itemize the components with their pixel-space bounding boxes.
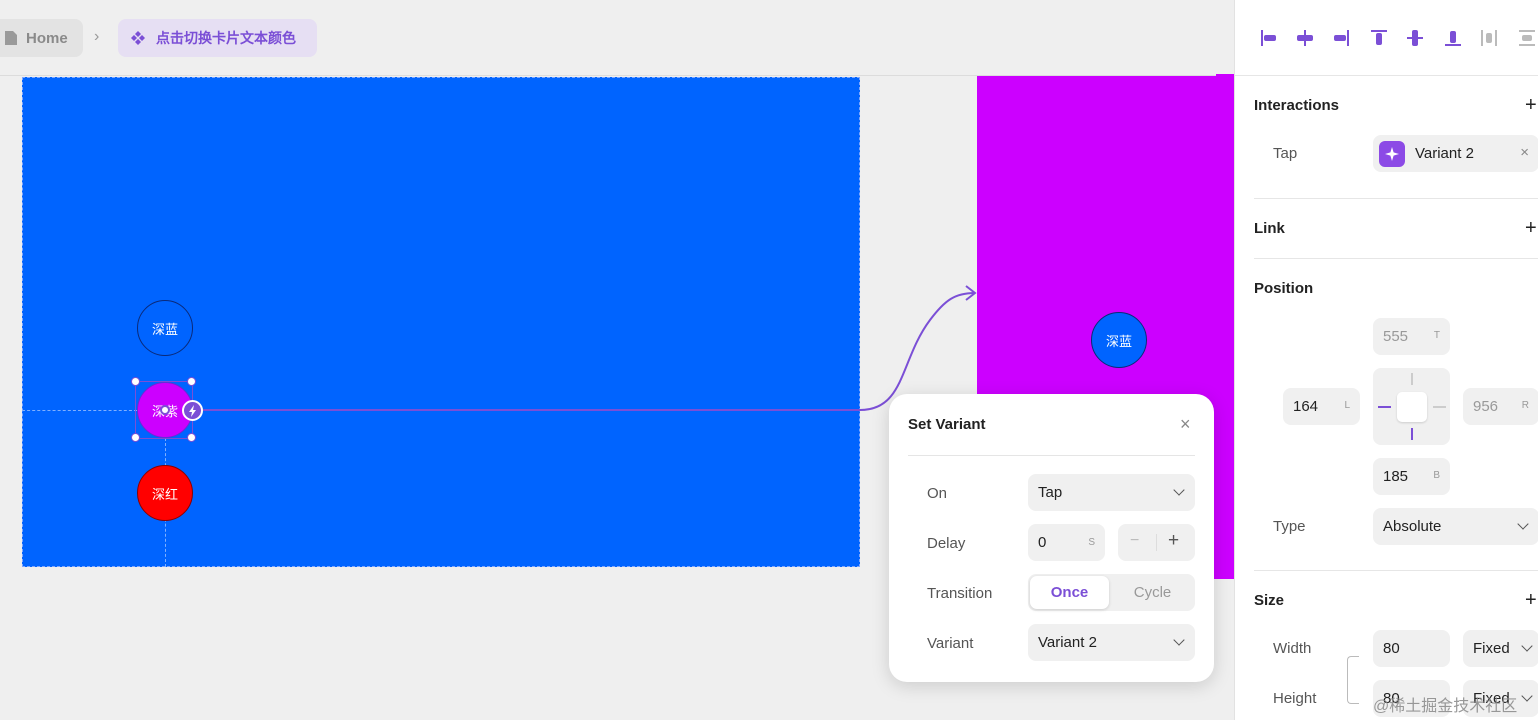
divider — [908, 455, 1195, 456]
chevron-down-icon — [1173, 634, 1185, 646]
position-top-suffix: T — [1433, 330, 1440, 341]
popup-title: Set Variant — [908, 416, 986, 433]
align-left-icon[interactable] — [1257, 26, 1281, 50]
transition-segmented-control: Once Cycle — [1028, 574, 1195, 611]
variant-value: Variant 2 — [1038, 634, 1097, 651]
interaction-trigger-label: Tap — [1273, 145, 1298, 162]
variant-label: Variant — [927, 635, 974, 652]
properties-panel: Interactions + Tap Variant 2 × Link + Po… — [1234, 0, 1538, 720]
position-top-value: 555 — [1383, 328, 1409, 345]
plus-icon[interactable]: + — [1168, 530, 1179, 552]
delay-unit: S — [1088, 537, 1095, 548]
interaction-target: Variant 2 — [1415, 145, 1474, 162]
minus-icon[interactable]: − — [1130, 532, 1139, 550]
width-value: 80 — [1383, 640, 1400, 657]
interactions-title: Interactions — [1254, 97, 1340, 114]
set-variant-popup: Set Variant × On Tap Delay 0 S − + Trans… — [889, 394, 1214, 682]
align-bottom-icon[interactable] — [1441, 26, 1465, 50]
position-left-value: 164 — [1293, 398, 1319, 415]
position-left-input[interactable]: 164 L — [1283, 388, 1360, 425]
interaction-chip[interactable]: Variant 2 × — [1373, 135, 1538, 172]
transition-once-option[interactable]: Once — [1030, 576, 1109, 609]
design-canvas[interactable]: Home › 点击切换卡片文本颜色 深蓝 深紫 深红 深蓝 Set Varian… — [0, 0, 1234, 720]
divider — [1254, 570, 1538, 571]
pin-left[interactable] — [1378, 406, 1391, 408]
height-label: Height — [1273, 690, 1317, 707]
position-right-suffix: R — [1521, 400, 1529, 411]
position-title: Position — [1254, 280, 1314, 297]
distribute-vertical-icon[interactable] — [1515, 26, 1538, 50]
width-input[interactable]: 80 — [1373, 630, 1450, 667]
chevron-down-icon — [1521, 640, 1533, 652]
width-label: Width — [1273, 640, 1312, 657]
pin-bottom[interactable] — [1411, 428, 1413, 440]
divider — [1254, 198, 1538, 199]
size-title: Size — [1254, 592, 1285, 609]
position-type-value: Absolute — [1383, 518, 1442, 535]
chevron-down-icon — [1173, 484, 1185, 496]
transition-cycle-option[interactable]: Cycle — [1112, 576, 1193, 609]
remove-interaction-icon[interactable]: × — [1520, 144, 1529, 161]
link-title: Link — [1254, 220, 1285, 237]
lightning-icon[interactable] — [182, 400, 203, 421]
alignment-toolbar — [1235, 0, 1538, 76]
delay-label: Delay — [927, 535, 966, 552]
add-link-icon[interactable]: + — [1525, 218, 1537, 238]
close-icon[interactable]: × — [1180, 414, 1191, 435]
position-left-suffix: L — [1344, 400, 1350, 411]
variant-select[interactable]: Variant 2 — [1028, 624, 1195, 661]
delay-value: 0 — [1038, 534, 1047, 551]
on-select[interactable]: Tap — [1028, 474, 1195, 511]
divider — [1254, 258, 1538, 259]
position-right-value: 956 — [1473, 398, 1499, 415]
width-mode-value: Fixed — [1473, 640, 1510, 657]
pin-right[interactable] — [1433, 406, 1446, 408]
pin-center — [1397, 392, 1427, 422]
lock-aspect-icon[interactable] — [1347, 656, 1359, 704]
on-value: Tap — [1038, 484, 1063, 501]
add-size-icon[interactable]: + — [1525, 590, 1537, 610]
on-label: On — [927, 485, 948, 502]
position-type-label: Type — [1273, 518, 1306, 535]
constraint-pin-widget[interactable] — [1373, 368, 1450, 445]
add-interaction-icon[interactable]: + — [1525, 95, 1537, 115]
sparkle-icon — [1379, 140, 1405, 167]
align-right-icon[interactable] — [1329, 26, 1353, 50]
align-center-vertical-icon[interactable] — [1403, 26, 1427, 50]
transition-label: Transition — [927, 585, 993, 602]
distribute-horizontal-icon[interactable] — [1477, 26, 1501, 50]
position-top-input[interactable]: 555 T — [1373, 318, 1450, 355]
divider — [1156, 534, 1157, 551]
position-right-input[interactable]: 956 R — [1463, 388, 1538, 425]
align-center-horizontal-icon[interactable] — [1293, 26, 1317, 50]
chevron-down-icon — [1517, 518, 1529, 530]
width-mode-select[interactable]: Fixed — [1463, 630, 1538, 667]
position-bottom-input[interactable]: 185 B — [1373, 458, 1450, 495]
pin-top[interactable] — [1411, 373, 1413, 385]
delay-input[interactable]: 0 S — [1028, 524, 1105, 561]
delay-stepper: − + — [1118, 524, 1195, 561]
chevron-down-icon — [1521, 690, 1533, 702]
position-type-select[interactable]: Absolute — [1373, 508, 1538, 545]
align-top-icon[interactable] — [1367, 26, 1391, 50]
watermark: @稀土掘金技术社区 — [1373, 698, 1518, 715]
position-bottom-suffix: B — [1433, 470, 1440, 481]
position-bottom-value: 185 — [1383, 468, 1409, 485]
